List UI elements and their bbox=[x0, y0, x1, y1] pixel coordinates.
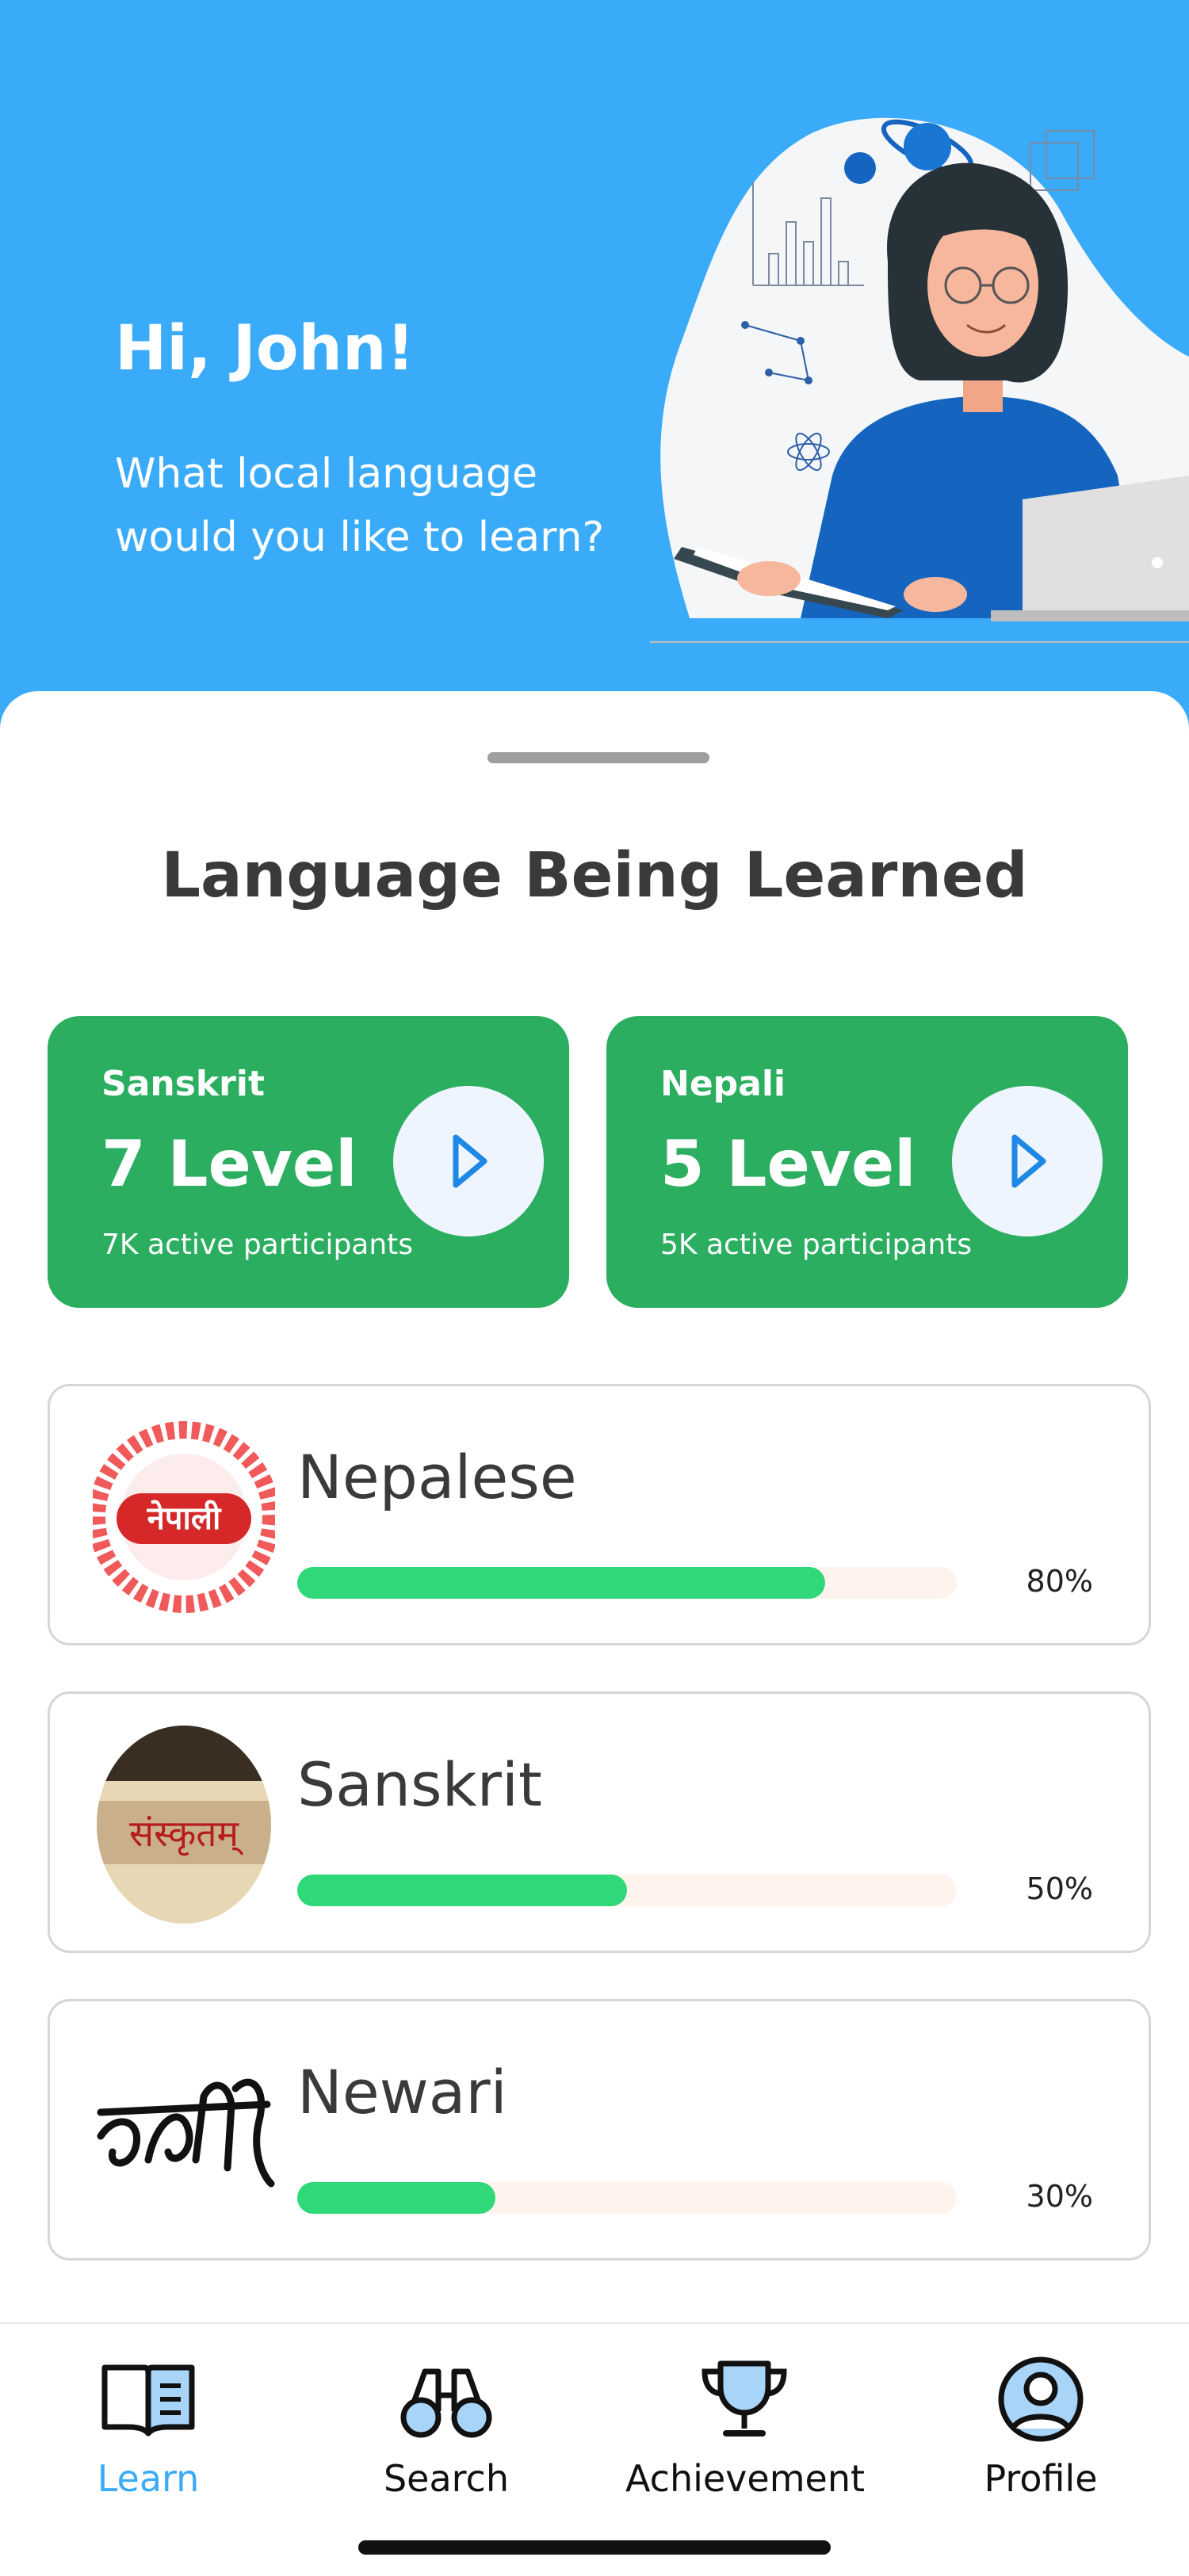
language-name: Nepalese bbox=[297, 1442, 577, 1512]
nav-achievement-label: Achievement bbox=[625, 2457, 866, 2500]
play-button[interactable] bbox=[393, 1086, 544, 1236]
progress-percent: 50% bbox=[1026, 1871, 1093, 1906]
progress-track bbox=[297, 1567, 957, 1599]
newari-script-thumbnail bbox=[97, 2078, 275, 2188]
nav-search[interactable]: Search bbox=[327, 2348, 565, 2500]
nav-profile-label: Profile bbox=[984, 2457, 1098, 2500]
language-name: Sanskrit bbox=[297, 1749, 542, 1820]
progress-percent: 30% bbox=[1026, 2179, 1093, 2214]
sheet-drag-handle[interactable] bbox=[487, 752, 709, 763]
sanskrit-thumb-text: संस्कृतम् bbox=[129, 1812, 244, 1856]
greeting-subtitle: What local language would you like to le… bbox=[115, 450, 605, 561]
course-participants: 5K active participants bbox=[660, 1229, 973, 1261]
progress-track bbox=[297, 2182, 957, 2214]
progress-track bbox=[297, 1875, 957, 1906]
progress-fill bbox=[297, 1875, 627, 1906]
nav-achievement[interactable]: Achievement bbox=[625, 2348, 866, 2500]
course-name: Sanskrit bbox=[101, 1064, 265, 1104]
course-card-nepali[interactable]: Nepali 5 Level 5K active participants bbox=[606, 1016, 1128, 1308]
play-icon bbox=[1011, 1134, 1046, 1188]
play-button[interactable] bbox=[952, 1086, 1103, 1236]
nepali-logo-text: नेपाली bbox=[147, 1500, 222, 1537]
course-level: 5 Level bbox=[660, 1127, 916, 1201]
binoculars-icon bbox=[400, 2368, 492, 2438]
progress-fill bbox=[297, 2182, 495, 2214]
learner-illustration bbox=[650, 117, 1189, 643]
nav-profile[interactable]: Profile bbox=[922, 2348, 1160, 2500]
nav-search-label: Search bbox=[383, 2457, 510, 2500]
nav-learn[interactable]: Learn bbox=[29, 2348, 267, 2500]
greeting-title: Hi, John! bbox=[115, 313, 415, 384]
header-banner: Hi, John! What local language would you … bbox=[0, 0, 1189, 729]
course-card-sanskrit[interactable]: Sanskrit 7 Level 7K active participants bbox=[48, 1016, 569, 1308]
course-name: Nepali bbox=[660, 1064, 786, 1104]
bottom-nav: Learn Search Achievement Profile bbox=[0, 2322, 1189, 2576]
progress-fill bbox=[297, 1567, 825, 1599]
home-indicator[interactable] bbox=[358, 2540, 831, 2555]
section-title: Language Being Learned bbox=[161, 840, 1028, 912]
language-name: Newari bbox=[297, 2057, 507, 2127]
profile-icon bbox=[998, 2356, 1084, 2442]
progress-percent: 80% bbox=[1026, 1564, 1093, 1599]
book-icon bbox=[101, 2364, 195, 2436]
sanskrit-thumbnail: संस्कृतम् bbox=[97, 1726, 271, 1924]
language-card-newari[interactable]: Newari 30% bbox=[48, 1999, 1151, 2261]
language-card-nepalese[interactable]: नेपाली Nepalese 80% bbox=[48, 1384, 1151, 1645]
course-level: 7 Level bbox=[101, 1127, 357, 1201]
trophy-icon bbox=[702, 2360, 787, 2436]
course-participants: 7K active participants bbox=[101, 1229, 414, 1261]
language-card-sanskrit[interactable]: संस्कृतम् Sanskrit 50% bbox=[48, 1691, 1151, 1953]
nepali-logo-thumbnail: नेपाली bbox=[93, 1421, 275, 1613]
nav-learn-label: Learn bbox=[97, 2457, 200, 2500]
play-icon bbox=[453, 1134, 487, 1188]
